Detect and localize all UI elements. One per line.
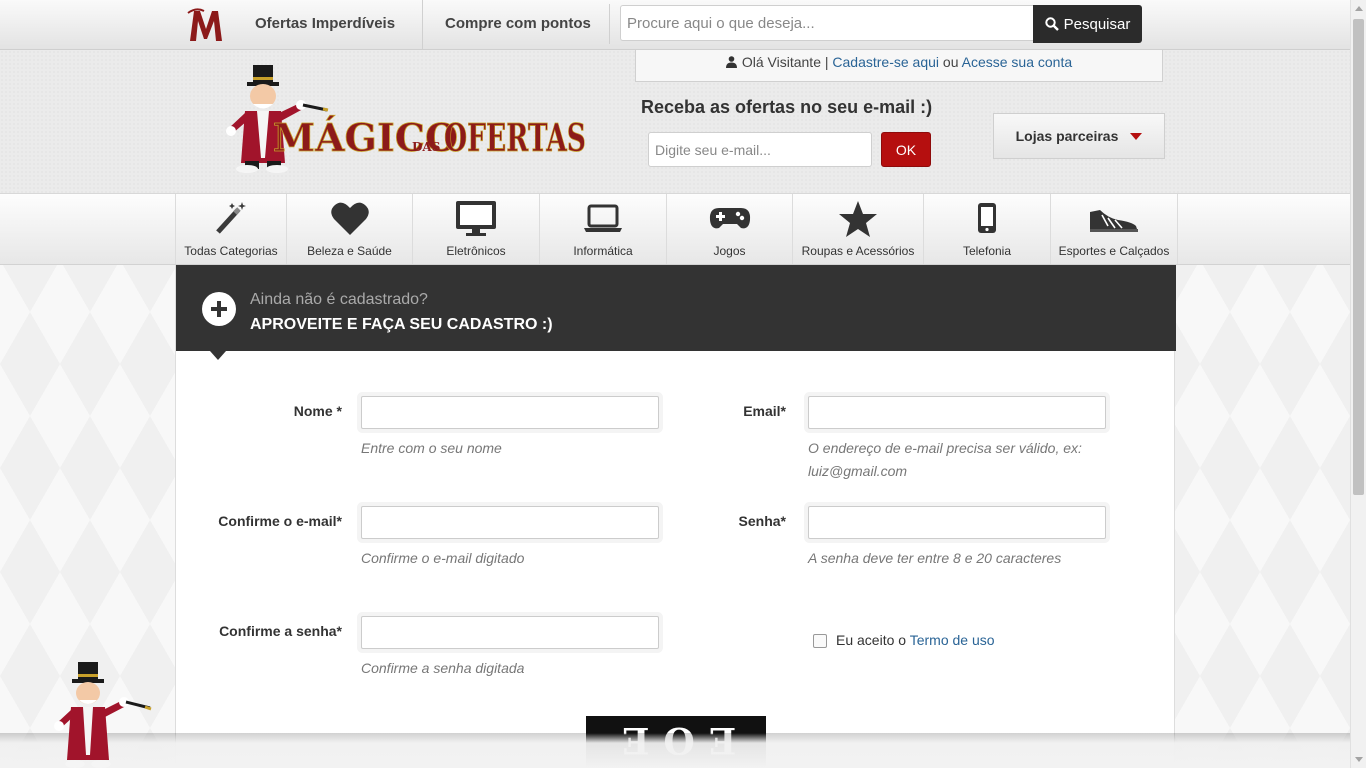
user-icon <box>725 56 737 68</box>
brand-logo[interactable]: MÁGICO DAS OFERTAS <box>215 63 590 178</box>
floating-mascot-icon[interactable] <box>45 660 155 768</box>
terms-prefix: Eu aceito o <box>836 632 907 648</box>
password-help: A senha deve ter entre 8 e 20 caracteres <box>808 550 1062 566</box>
category-roupas-e-acessorios[interactable]: Roupas e Acessórios <box>792 194 923 264</box>
page-scrollbar[interactable] <box>1350 0 1366 768</box>
welcome-greeting: Olá Visitante | <box>741 54 829 70</box>
category-jogos[interactable]: Jogos <box>666 194 792 264</box>
terms-checkbox[interactable] <box>813 634 827 648</box>
password-field[interactable] <box>808 506 1106 539</box>
magic-wand-icon <box>216 202 246 234</box>
star-icon <box>839 201 877 237</box>
confirm-password-help: Confirme a senha digitada <box>361 660 525 676</box>
login-link[interactable]: Acesse sua conta <box>962 54 1073 70</box>
bottom-fixed-bar <box>0 733 1350 768</box>
category-esportes-e-calcados[interactable]: Esportes e Calçados <box>1050 194 1178 264</box>
signup-form: Ainda não é cadastrado? APROVEITE E FAÇA… <box>175 265 1176 768</box>
laptop-icon <box>584 204 622 232</box>
brand-text-ofertas: OFERTAS <box>444 115 586 160</box>
terms-text: Eu aceito o Termo de uso <box>836 632 995 648</box>
confirm-password-field[interactable] <box>361 616 659 649</box>
top-bar: Ofertas Imperdíveis Compre com pontos Pe… <box>0 0 1350 50</box>
email-label: Email* <box>743 403 786 419</box>
category-telefonia[interactable]: Telefonia <box>923 194 1050 264</box>
scroll-thumb[interactable] <box>1353 19 1364 495</box>
category-informatica[interactable]: Informática <box>539 194 666 264</box>
confirm-password-label: Confirme a senha* <box>219 623 342 639</box>
category-label: Jogos <box>713 244 746 258</box>
divider <box>609 4 610 44</box>
category-todas-categorias[interactable]: Todas Categorias <box>175 194 286 264</box>
scroll-up-arrow-icon[interactable] <box>1355 6 1363 11</box>
newsletter-email-input[interactable] <box>648 132 872 167</box>
category-label: Eletrônicos <box>446 244 506 258</box>
site-logo-icon[interactable] <box>186 5 226 45</box>
gamepad-icon <box>709 208 750 229</box>
password-label: Senha* <box>738 513 786 529</box>
partner-stores-dropdown[interactable]: Lojas parceiras <box>993 113 1165 159</box>
nav-link-compre-com-pontos[interactable]: Compre com pontos <box>422 0 613 49</box>
name-label: Nome * <box>293 403 342 419</box>
confirm-email-field[interactable] <box>361 506 659 539</box>
name-help: Entre com o seu nome <box>361 440 502 456</box>
nav-link-ofertas-imperdiveis[interactable]: Ofertas Imperdíveis <box>233 0 417 49</box>
confirm-email-help: Confirme o e-mail digitado <box>361 550 525 566</box>
newsletter-ok-button[interactable]: OK <box>881 132 931 167</box>
form-subtitle: Ainda não é cadastrado? <box>250 291 428 308</box>
partner-stores-label: Lojas parceiras <box>1015 128 1119 144</box>
sneaker-icon <box>1090 210 1138 232</box>
category-eletronicos[interactable]: Eletrônicos <box>412 194 539 264</box>
search-icon <box>1044 17 1059 31</box>
email-help: O endereço de e-mail precisa ser válido,… <box>808 440 1082 479</box>
category-label: Telefonia <box>962 244 1012 258</box>
category-label: Esportes e Calçados <box>1058 244 1170 258</box>
email-field[interactable] <box>808 396 1106 429</box>
form-title: APROVEITE E FAÇA SEU CADASTRO :) <box>250 316 553 333</box>
scroll-down-arrow-icon[interactable] <box>1355 757 1363 762</box>
brand-text-das: DAS <box>412 140 440 154</box>
phone-icon <box>978 203 996 233</box>
newsletter-title: Receba as ofertas no seu e-mail :) <box>641 97 933 117</box>
search-input[interactable] <box>620 5 1033 41</box>
category-label: Roupas e Acessórios <box>801 244 915 258</box>
signup-form-header: Ainda não é cadastrado? APROVEITE E FAÇA… <box>176 265 1176 351</box>
search-button[interactable]: Pesquisar <box>1033 5 1142 43</box>
or-text: ou <box>942 54 959 70</box>
confirm-email-label: Confirme o e-mail* <box>218 513 342 529</box>
category-nav: Todas Categorias Beleza e Saúde Eletrôni… <box>0 194 1350 265</box>
signup-link[interactable]: Cadastre-se aqui <box>832 54 939 70</box>
welcome-bar: Olá Visitante | Cadastre-se aqui ou Aces… <box>635 50 1163 82</box>
category-beleza-e-saude[interactable]: Beleza e Saúde <box>286 194 412 264</box>
plus-circle-icon <box>202 292 236 326</box>
heart-icon <box>330 202 369 235</box>
category-label: Beleza e Saúde <box>307 244 392 258</box>
terms-link[interactable]: Termo de uso <box>910 632 995 648</box>
category-label: Informática <box>573 244 633 258</box>
monitor-icon <box>456 201 496 236</box>
category-label: Todas Categorias <box>184 244 278 258</box>
header-pointer-arrow <box>210 351 226 360</box>
search-button-label: Pesquisar <box>1063 15 1131 33</box>
name-field[interactable] <box>361 396 659 429</box>
caret-down-icon <box>1130 132 1143 140</box>
